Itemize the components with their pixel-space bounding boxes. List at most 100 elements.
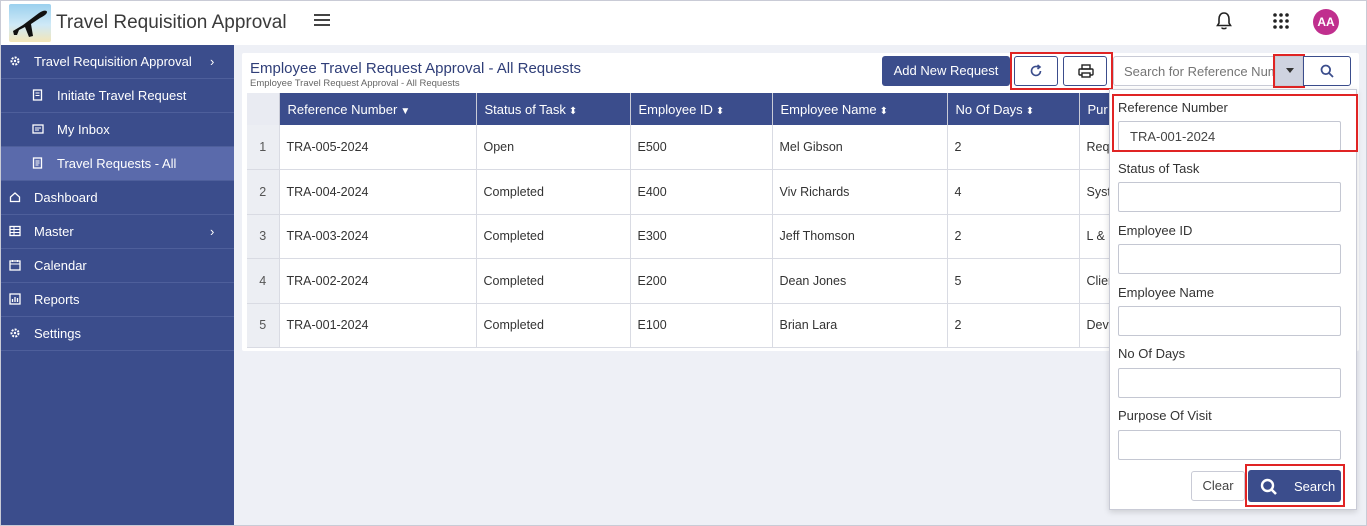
table-cell: TRA-002-2024 (279, 258, 477, 304)
column-header-employee-id[interactable]: Employee ID ⬍ (630, 93, 773, 125)
breadcrumb: Employee Travel Request Approval - All R… (250, 78, 460, 89)
sort-desc-icon: ▼ (400, 105, 411, 117)
refresh-icon (1030, 64, 1042, 77)
reference-number-field[interactable] (1118, 121, 1341, 151)
row-index-header (247, 93, 280, 125)
table-cell: Completed (476, 214, 631, 259)
table-cell: 2 (947, 303, 1080, 348)
table-cell: Jeff Thomson (772, 214, 948, 259)
row-index: 1 (247, 125, 280, 170)
requests-table: Reference Number ▼ Status of Task ⬍ Employ… (247, 93, 1116, 348)
airplane-logo-icon (9, 4, 51, 42)
column-header-employee-name[interactable]: Employee Name ⬍ (772, 93, 948, 125)
top-bar: Travel Requisition Approval AA (1, 1, 1366, 45)
list-icon (32, 157, 43, 169)
apps-grid-icon[interactable] (1271, 11, 1291, 31)
user-avatar[interactable]: AA (1313, 9, 1339, 35)
sidebar-item-master[interactable]: Master › (1, 215, 234, 249)
sort-icon: ⬍ (1025, 105, 1035, 117)
field-label: Reference Number (1118, 100, 1228, 115)
sort-icon: ⬍ (879, 105, 888, 117)
sidebar-item-label: Master (34, 224, 74, 239)
table-cell: E100 (630, 303, 773, 348)
sidebar-item-my-inbox[interactable]: My Inbox (1, 113, 234, 147)
sidebar-item-dashboard[interactable]: Dashboard (1, 181, 234, 215)
field-label: Purpose Of Visit (1118, 408, 1212, 423)
table-cell: Brian Lara (772, 303, 948, 348)
sidebar-item-label: Calendar (34, 258, 87, 273)
table-row[interactable]: 3 TRA-003-2024 Completed E300 Jeff Thomson 2 L… (247, 214, 1116, 259)
table-cell: TRA-004-2024 (279, 169, 477, 215)
sidebar-item-initiate-travel-request[interactable]: Initiate Travel Request (1, 79, 234, 113)
table-cell: Viv Richards (772, 169, 948, 215)
chevron-right-icon: › (210, 224, 215, 239)
table-row[interactable]: 1 TRA-005-2024 Open E500 Mel Gibson 2 Req (247, 125, 1116, 170)
field-label: No Of Days (1118, 346, 1186, 361)
search-button[interactable] (1303, 56, 1351, 86)
form-icon (32, 89, 43, 101)
table-row[interactable]: 4 TRA-002-2024 Completed E200 Dean Jones 5 Cli… (247, 258, 1116, 304)
clear-button[interactable]: Clear (1191, 471, 1245, 501)
sidebar-item-label: Travel Requisition Approval (34, 54, 192, 69)
table-row[interactable]: 5 TRA-001-2024 Completed E100 Brian Lara 2 Dev… (247, 303, 1116, 348)
refresh-button[interactable] (1014, 56, 1058, 86)
table-icon (9, 225, 21, 237)
notification-bell-icon[interactable] (1213, 10, 1235, 32)
table-cell: E400 (630, 169, 773, 215)
menu-toggle-icon[interactable] (314, 11, 334, 31)
row-index: 5 (247, 303, 280, 348)
purpose-of-visit-field[interactable] (1118, 430, 1341, 460)
home-icon (9, 192, 21, 203)
inbox-icon (32, 124, 44, 134)
table-cell: 4 (947, 169, 1080, 215)
column-header-reference-number[interactable]: Reference Number ▼ (279, 93, 477, 125)
employee-id-field[interactable] (1118, 244, 1341, 274)
caret-down-icon (1286, 68, 1294, 73)
table-cell: Dean Jones (772, 258, 948, 304)
table-cell: E200 (630, 258, 773, 304)
gear-icon (10, 328, 20, 338)
table-cell: 2 (947, 125, 1080, 170)
add-new-request-button[interactable]: Add New Request (882, 56, 1010, 86)
table-cell: E500 (630, 125, 773, 170)
sidebar-item-calendar[interactable]: Calendar (1, 249, 234, 283)
chevron-right-icon: › (210, 54, 215, 69)
table-cell: E300 (630, 214, 773, 259)
search-icon (1320, 64, 1334, 78)
gear-icon (10, 56, 20, 66)
row-index: 4 (247, 258, 280, 304)
table-cell: 2 (947, 214, 1080, 259)
search-filter-panel: Reference Number Status of Task Employee… (1109, 89, 1358, 510)
filter-search-button[interactable]: Search (1248, 470, 1341, 502)
search-options-dropdown-button[interactable] (1275, 56, 1303, 86)
sidebar-item-label: Dashboard (34, 190, 98, 205)
sidebar: Travel Requisition Approval › Initiate T… (1, 45, 234, 525)
column-header-status[interactable]: Status of Task ⬍ (476, 93, 631, 125)
sidebar-item-settings[interactable]: Settings (1, 317, 234, 351)
status-of-task-field[interactable] (1118, 182, 1341, 212)
table-row[interactable]: 2 TRA-004-2024 Completed E400 Viv Richards 4 S… (247, 169, 1116, 215)
table-cell: TRA-003-2024 (279, 214, 477, 259)
sidebar-item-travel-requisition-approval[interactable]: Travel Requisition Approval › (1, 45, 234, 79)
sidebar-item-label: My Inbox (57, 122, 110, 137)
employee-name-field[interactable] (1118, 306, 1341, 336)
page-title: Employee Travel Request Approval - All R… (250, 60, 582, 77)
field-label: Status of Task (1118, 161, 1200, 176)
reference-search-input[interactable] (1113, 56, 1275, 86)
row-index: 3 (247, 214, 280, 259)
field-label: Employee Name (1118, 285, 1215, 300)
column-header-no-of-days[interactable]: No Of Days ⬍ (947, 93, 1080, 125)
print-button[interactable] (1063, 56, 1107, 86)
sidebar-item-reports[interactable]: Reports (1, 283, 234, 317)
calendar-icon (9, 260, 21, 271)
table-cell: Completed (476, 169, 631, 215)
sidebar-item-travel-requests-all[interactable]: Travel Requests - All (1, 147, 234, 181)
search-icon (1260, 478, 1277, 495)
sidebar-item-label: Travel Requests - All (57, 156, 177, 171)
table-cell: TRA-005-2024 (279, 125, 477, 170)
table-cell: TRA-001-2024 (279, 303, 477, 348)
table-cell: Mel Gibson (772, 125, 948, 170)
table-cell: Open (476, 125, 631, 170)
no-of-days-field[interactable] (1118, 368, 1341, 398)
app-title: Travel Requisition Approval (56, 12, 287, 33)
